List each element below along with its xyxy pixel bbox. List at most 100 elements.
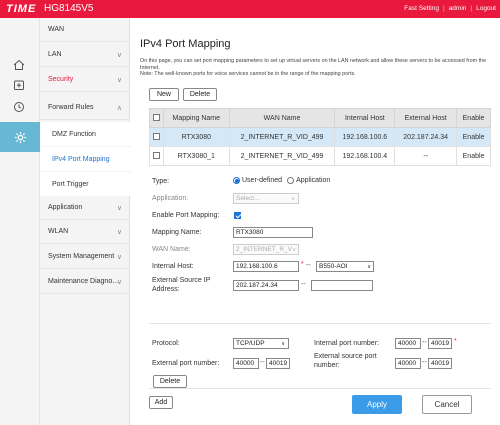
description-note: Note: The well-known ports for voice ser…	[140, 71, 356, 78]
menu-item-port-trigger[interactable]: Port Trigger	[40, 172, 130, 196]
menu-label: Security	[48, 76, 74, 83]
new-button[interactable]: New	[149, 88, 179, 101]
menu-item-dmz[interactable]: DMZ Function	[40, 122, 130, 146]
plus-box-icon[interactable]	[10, 76, 28, 94]
cell-enable: Enable	[456, 127, 491, 147]
delete-button[interactable]: Delete	[183, 88, 217, 101]
menu-item-forward-rules[interactable]: Forward Rules ∧	[40, 96, 130, 120]
home-icon[interactable]	[10, 56, 28, 74]
logout-link[interactable]: Logout	[476, 5, 496, 12]
port-delete-button[interactable]: Delete	[153, 375, 187, 388]
table-row[interactable]: RTX3080_1 2_INTERNET_R_VID_499 192.168.1…	[149, 146, 491, 166]
menu-label: LAN	[48, 51, 62, 58]
cell-internal-host: 192.168.100.6	[334, 127, 396, 147]
chevron-down-icon: ∨	[292, 246, 296, 253]
chevron-down-icon: ∨	[116, 228, 122, 236]
select-all-checkbox[interactable]	[152, 114, 160, 122]
type-application-radio[interactable]	[287, 177, 295, 184]
gear-icon[interactable]	[0, 122, 40, 152]
chevron-down-icon: ∨	[291, 195, 295, 202]
main-content: IPv4 Port Mapping On this page, you can …	[130, 18, 500, 425]
external-source-port-start-input[interactable]: 40000	[395, 358, 421, 369]
column-header: WAN Name	[228, 108, 336, 128]
row-select-cell[interactable]	[149, 146, 164, 166]
menu-item-lan[interactable]: LAN ∨	[40, 43, 130, 67]
separator: |	[470, 5, 473, 12]
chevron-down-icon: ∨	[116, 51, 122, 59]
chevron-down-icon: ∨	[116, 278, 122, 286]
protocol-select-value: TCP/UDP	[236, 340, 265, 347]
cell-wan-name: 2_INTERNET_R_VID_499	[228, 127, 336, 147]
menu-item-ipv4-port-mapping[interactable]: IPv4 Port Mapping	[40, 147, 130, 171]
table-row[interactable]: RTX3080 2_INTERNET_R_VID_499 192.168.100…	[149, 127, 491, 147]
column-header: Enable	[456, 108, 491, 128]
description-text: On this page, you can set port mapping p…	[140, 58, 487, 71]
application-select[interactable]: Select... ∨	[233, 193, 299, 204]
menu-item-maintenance[interactable]: Maintenance Diagno... ∨	[40, 270, 130, 294]
cell-wan-name: 2_INTERNET_R_VID_499	[228, 146, 336, 166]
external-source-ip-label-line2: Address:	[152, 285, 180, 293]
brand-logo: TIME	[6, 3, 37, 15]
menu-label: System Management	[48, 253, 115, 260]
apply-button[interactable]: Apply	[352, 395, 402, 414]
menu-item-security[interactable]: Security ∨	[40, 68, 130, 92]
wan-name-select[interactable]: 2_INTERNET_R_V ∨	[233, 244, 299, 255]
enable-port-mapping-checkbox[interactable]	[234, 212, 241, 219]
wan-name-select-value: 2_INTERNET_R_V	[236, 246, 292, 253]
internal-port-label: Internal port number:	[314, 340, 379, 347]
device-model: HG8145V5	[44, 3, 94, 14]
external-source-ip-label-line1: External Source IP	[152, 277, 211, 284]
external-source-port-label-line2: number:	[314, 361, 340, 369]
type-user-defined-radio[interactable]	[233, 177, 240, 184]
cell-external-host: 202.187.24.34	[394, 127, 458, 147]
column-header: External Host	[394, 108, 458, 128]
external-source-ip-start-input[interactable]: 202.187.24.34	[233, 280, 299, 291]
type-label: Type:	[152, 178, 170, 185]
menu-item-system-management[interactable]: System Management ∨	[40, 245, 130, 269]
cell-mapping-name: RTX3080_1	[162, 146, 230, 166]
required-marker: *	[454, 338, 457, 345]
add-button[interactable]: Add	[149, 396, 173, 409]
row-select-cell[interactable]	[149, 127, 164, 147]
internal-host-input[interactable]: 192.168.100.6	[233, 261, 299, 272]
cell-enable: Enable	[456, 146, 491, 166]
menu-item-wan[interactable]: WAN	[40, 18, 130, 42]
internal-host-device-select[interactable]: B550-AOI ∨	[316, 261, 374, 272]
column-header: Mapping Name	[162, 108, 230, 128]
menu-label: Application	[48, 204, 83, 211]
fast-setting-link[interactable]: Fast Setting	[404, 5, 439, 12]
mapping-table: Mapping Name WAN Name Internal Host Exte…	[149, 108, 491, 166]
row-checkbox[interactable]	[152, 152, 160, 160]
menu-item-wlan[interactable]: WLAN ∨	[40, 220, 130, 244]
row-checkbox[interactable]	[152, 133, 160, 141]
external-port-label: External port number:	[152, 360, 220, 367]
chevron-down-icon: ∨	[116, 204, 122, 212]
mapping-name-label: Mapping Name:	[152, 229, 202, 236]
internal-host-label: Internal Host:	[152, 263, 194, 270]
chevron-down-icon: ∨	[116, 76, 122, 84]
cell-external-host: --	[394, 146, 458, 166]
external-port-end-input[interactable]: 40019	[266, 358, 290, 369]
external-port-start-input[interactable]: 40000	[233, 358, 259, 369]
type-radio-group: User-defined Application	[233, 177, 330, 184]
external-source-port-label: External source port number:	[314, 353, 377, 370]
internal-port-start-input[interactable]: 40000	[395, 338, 421, 349]
icon-sidebar	[0, 18, 40, 425]
enable-port-mapping-label: Enable Port Mapping:	[152, 212, 220, 219]
separator-dash: --	[422, 359, 427, 366]
protocol-select[interactable]: TCP/UDP ∨	[233, 338, 289, 349]
internal-host-device-value: B550-AOI	[319, 263, 348, 270]
external-source-port-end-input[interactable]: 40019	[428, 358, 452, 369]
mapping-name-input[interactable]: RTX3080	[233, 227, 313, 238]
cancel-button[interactable]: Cancel	[422, 395, 472, 414]
menu-item-application[interactable]: Application ∨	[40, 196, 130, 220]
select-all-cell[interactable]	[149, 108, 164, 128]
table-header: Mapping Name WAN Name Internal Host Exte…	[149, 108, 491, 128]
page-title: IPv4 Port Mapping	[140, 38, 231, 50]
separator-dash: --	[306, 262, 311, 269]
clock-icon[interactable]	[10, 98, 28, 116]
external-source-ip-end-input[interactable]	[311, 280, 373, 291]
internal-port-end-input[interactable]: 40019	[428, 338, 452, 349]
menu-label: WLAN	[48, 228, 69, 235]
external-source-ip-label: External Source IP Address:	[152, 277, 210, 294]
